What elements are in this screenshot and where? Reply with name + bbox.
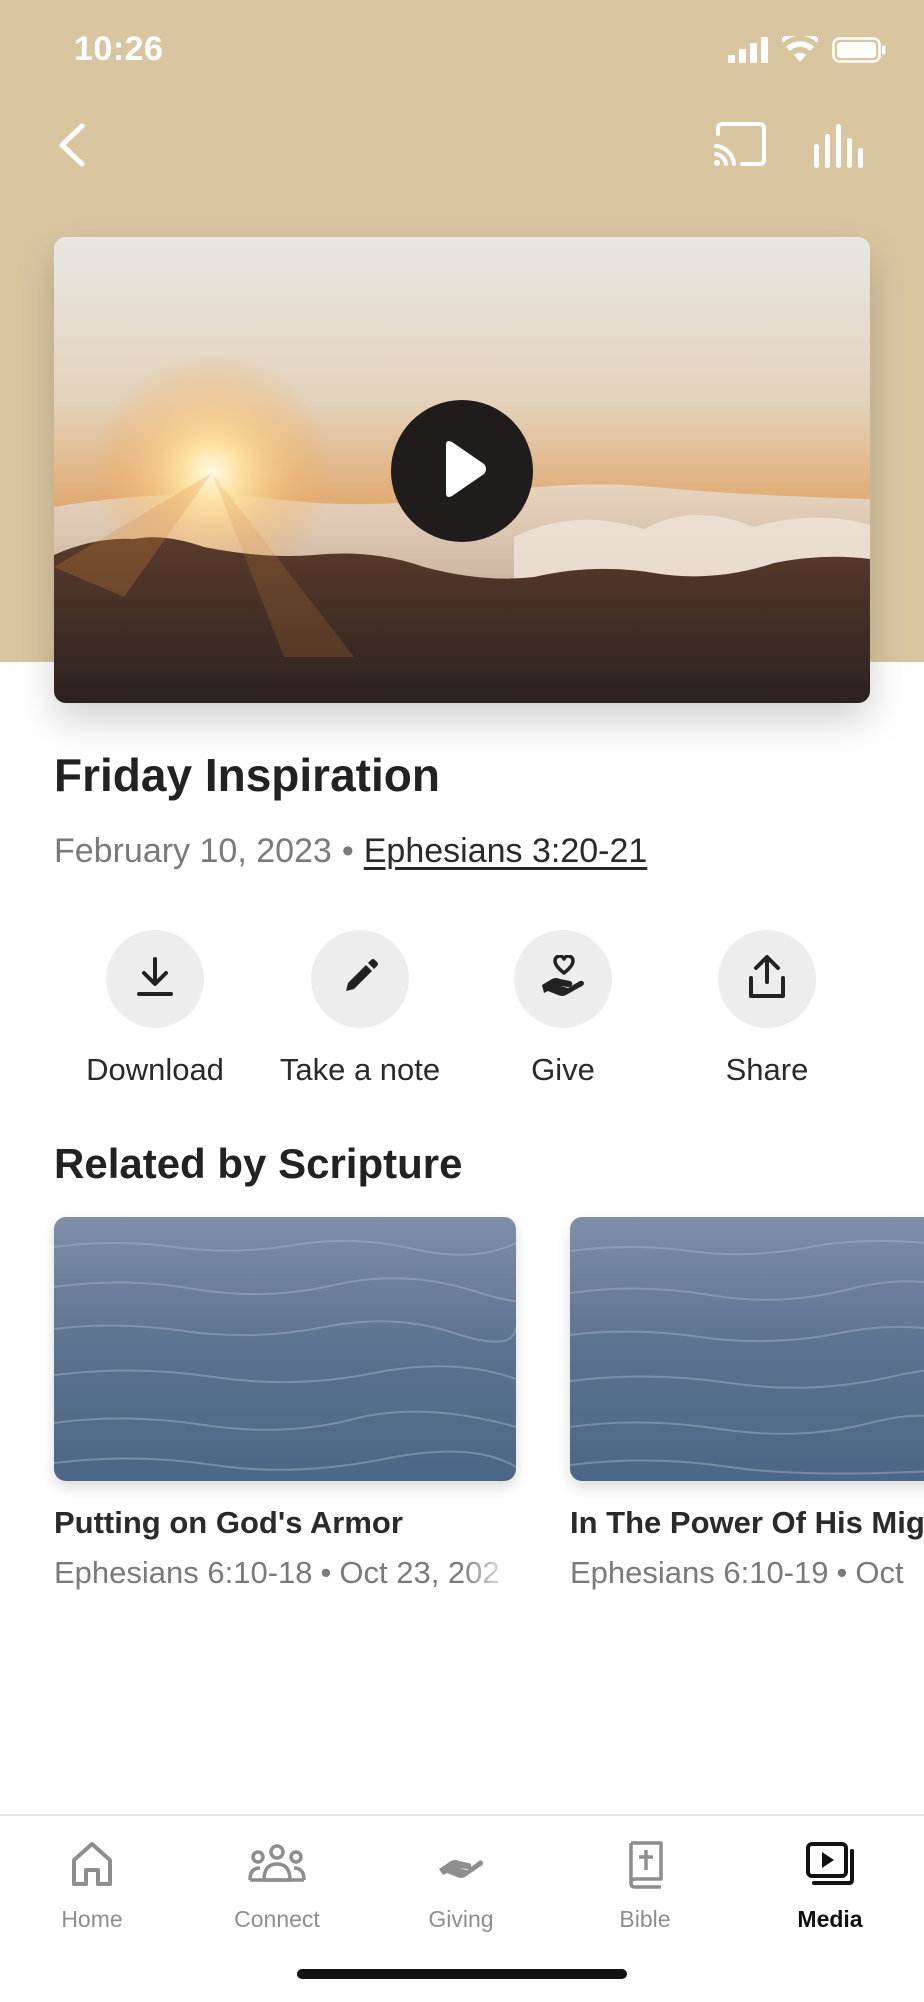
meta-separator: •: [341, 832, 354, 870]
download-button-circle[interactable]: [106, 930, 204, 1028]
wifi-icon: [780, 31, 820, 69]
related-card-scripture: Ephesians 6:10-19: [570, 1555, 829, 1590]
status-bar: 10:26: [0, 0, 924, 100]
status-time: 10:26: [74, 30, 164, 68]
media-icon: [800, 1834, 860, 1894]
status-icons: [728, 31, 886, 69]
take-a-note-button-circle[interactable]: [311, 930, 409, 1028]
meta-separator: •: [320, 1555, 332, 1590]
related-section-title: Related by Scripture: [54, 1140, 463, 1187]
bible-icon: [615, 1834, 675, 1894]
back-button[interactable]: [46, 112, 102, 178]
tab-giving-label: Giving: [428, 1906, 494, 1932]
play-icon: [432, 437, 492, 506]
tab-media[interactable]: Media: [755, 1834, 905, 1933]
tab-home[interactable]: Home: [17, 1834, 167, 1933]
related-card-meta: Ephesians 6:10-18 • Oct 23, 202: [54, 1555, 516, 1591]
related-card-thumbnail: [54, 1217, 516, 1481]
download-button[interactable]: Download: [55, 930, 255, 1088]
related-card-date: Oct: [855, 1555, 904, 1590]
share-label: Share: [725, 1052, 809, 1087]
share-button-circle[interactable]: [718, 930, 816, 1028]
download-icon: [135, 955, 175, 1004]
signal-icon: [728, 37, 768, 68]
battery-icon: [832, 37, 886, 68]
take-a-note-button[interactable]: Take a note: [260, 930, 460, 1088]
audio-bars-icon: [810, 124, 866, 176]
tab-bible-label: Bible: [619, 1906, 671, 1932]
cast-icon: [712, 122, 768, 176]
related-card[interactable]: Putting on God's Armor Ephesians 6:10-18…: [54, 1217, 516, 1591]
share-icon: [747, 954, 787, 1005]
play-button[interactable]: [391, 400, 533, 542]
tab-giving[interactable]: Giving: [386, 1834, 536, 1933]
scripture-link[interactable]: Ephesians 3:20-21: [364, 832, 648, 870]
related-card[interactable]: In The Power Of His Mig Ephesians 6:10-1…: [570, 1217, 924, 1591]
meta-separator: •: [836, 1555, 848, 1590]
audio-button[interactable]: [810, 120, 866, 172]
related-card-scripture: Ephesians 6:10-18: [54, 1555, 313, 1590]
home-indicator: [297, 1969, 627, 1979]
sermon-meta: February 10, 2023 • Ephesians 3:20-21: [54, 832, 647, 871]
take-a-note-label: Take a note: [279, 1052, 441, 1087]
giving-hand-icon: [431, 1834, 491, 1894]
sermon-date: February 10, 2023: [54, 832, 332, 870]
related-card-meta: Ephesians 6:10-19 • Oct: [570, 1555, 924, 1591]
tab-connect[interactable]: Connect: [202, 1834, 352, 1933]
download-label: Download: [86, 1052, 224, 1087]
cast-button[interactable]: [712, 120, 768, 172]
pencil-icon: [340, 957, 380, 1002]
action-row: Download Take a note Give Share: [0, 930, 924, 1100]
home-icon: [62, 1834, 122, 1894]
give-button-circle[interactable]: [514, 930, 612, 1028]
give-button[interactable]: Give: [463, 930, 663, 1088]
related-card-thumbnail: [570, 1217, 924, 1481]
share-button[interactable]: Share: [667, 930, 867, 1088]
related-card-title: Putting on God's Armor: [54, 1505, 403, 1540]
related-card-date: Oct 23, 202: [339, 1555, 500, 1590]
tab-home-label: Home: [61, 1906, 123, 1932]
give-label: Give: [531, 1052, 595, 1087]
chevron-left-icon: [46, 123, 102, 182]
tab-media-label: Media: [797, 1906, 863, 1932]
tab-connect-label: Connect: [234, 1906, 320, 1932]
hand-heart-icon: [540, 953, 586, 1004]
people-icon: [247, 1834, 307, 1894]
tab-bible[interactable]: Bible: [570, 1834, 720, 1933]
page-title: Friday Inspiration: [54, 749, 440, 801]
video-player[interactable]: [54, 237, 870, 703]
related-card-title: In The Power Of His Mig: [570, 1505, 924, 1540]
